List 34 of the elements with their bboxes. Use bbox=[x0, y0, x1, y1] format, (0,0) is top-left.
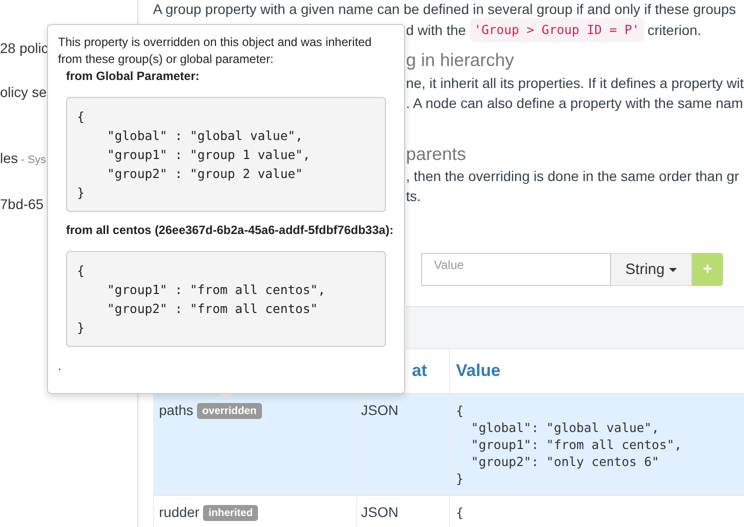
value-input-field[interactable]: Value bbox=[421, 253, 611, 286]
type-dropdown-button[interactable]: String bbox=[611, 253, 692, 286]
json-code-block: { "global" : "global value", "group1" : "group 1 value", "group2" : "group 2 value" } bbox=[66, 97, 386, 212]
sidebar-item[interactable]: les bbox=[0, 150, 18, 166]
popover-text: . bbox=[58, 359, 62, 373]
paragraph-text: d with the bbox=[406, 20, 466, 40]
source-title: from all centos (26ee367d-6b2a-45a6-addf-5fdbf76db33a): bbox=[65, 222, 394, 239]
status-label: overridden bbox=[197, 403, 262, 419]
json-value: { bbox=[456, 504, 465, 521]
json-code-block: { "group1" : "from all centos", "group2" : "from all centos" } bbox=[66, 251, 386, 347]
paragraph-text: criterion. bbox=[648, 20, 702, 40]
json-value: { "global": "global value", "group1": "from all centos", "group2": "only centos 6" } bbox=[456, 402, 683, 487]
property-name: rudder bbox=[159, 504, 200, 520]
paragraph-text: A group property with a given name can be defined in several group if and only if these groups bbox=[153, 0, 737, 19]
section-heading: parents bbox=[406, 143, 468, 165]
table-row[interactable]: rudder inherited JSON { bbox=[154, 496, 744, 527]
format-text: JSON bbox=[361, 504, 398, 520]
paragraph-text: ne, it inherit all its properties. If it defines a property wit bbox=[406, 74, 744, 93]
popover-pointer bbox=[220, 394, 232, 400]
source-title: from Global Parameter: bbox=[65, 68, 200, 85]
popover-text: This property is overridden on this object and was inherited from these group(s) or global parameter: bbox=[58, 34, 372, 68]
status-label: inherited bbox=[203, 505, 258, 521]
paragraph-text: , then the overriding is done in the same order than gr bbox=[406, 167, 740, 186]
property-name: paths bbox=[159, 402, 194, 418]
caret-icon bbox=[668, 268, 677, 272]
column-header[interactable]: Value bbox=[456, 361, 500, 381]
paragraph-text: . A node can also define a property with the same nam bbox=[406, 94, 744, 113]
column-header[interactable]: at bbox=[412, 361, 427, 381]
section-heading: g in hierarchy bbox=[406, 49, 516, 71]
format-text: JSON bbox=[361, 402, 398, 418]
code-snippet: 'Group > Group ID = P' bbox=[470, 18, 644, 42]
sidebar-item-note: - Sys bbox=[20, 154, 46, 166]
paragraph-text: ts. bbox=[406, 187, 422, 206]
table-row[interactable]: paths overridden JSON { "global": "global value", "group1": "from all centos", "group2": "only centos 6" } bbox=[154, 394, 744, 496]
